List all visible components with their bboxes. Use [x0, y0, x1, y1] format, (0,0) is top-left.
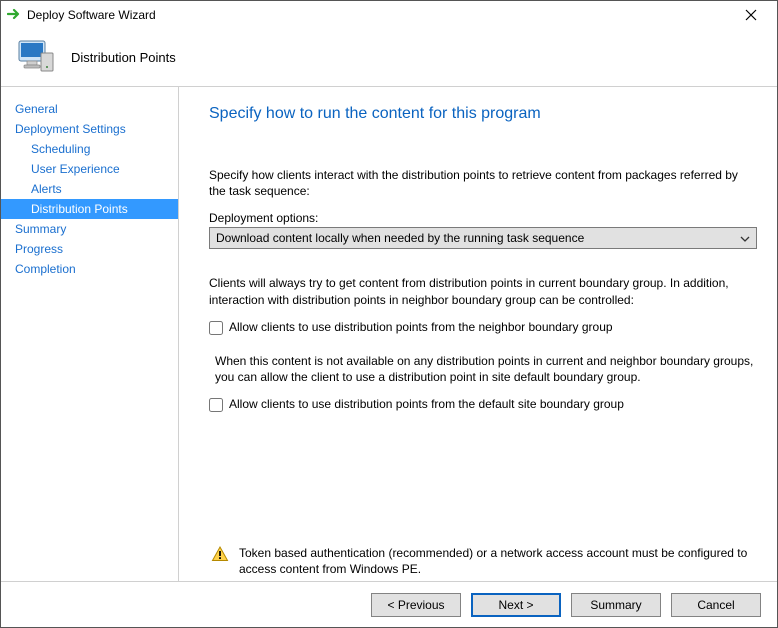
content-spacer [209, 430, 757, 545]
neighbor-boundary-checkbox-row[interactable]: Allow clients to use distribution points… [209, 320, 757, 335]
nav-item-scheduling[interactable]: Scheduling [1, 139, 178, 159]
deployment-options-label: Deployment options: [209, 211, 757, 225]
nav-item-user-experience[interactable]: User Experience [1, 159, 178, 179]
nav-item-distribution-points[interactable]: Distribution Points [1, 199, 178, 219]
nav-item-general[interactable]: General [1, 99, 178, 119]
wizard-body: General Deployment Settings Scheduling U… [1, 87, 777, 581]
boundary-group-text: Clients will always try to get content f… [209, 275, 757, 307]
wizard-header: Distribution Points [1, 29, 777, 87]
nav-item-summary[interactable]: Summary [1, 219, 178, 239]
titlebar: Deploy Software Wizard [1, 1, 777, 29]
computer-monitor-icon [15, 35, 57, 80]
window-title: Deploy Software Wizard [23, 8, 731, 22]
nav-item-alerts[interactable]: Alerts [1, 179, 178, 199]
chevron-down-icon [740, 231, 750, 245]
wizard-step-title: Distribution Points [71, 50, 176, 65]
neighbor-boundary-checkbox-label: Allow clients to use distribution points… [229, 320, 613, 334]
wizard-window: Deploy Software Wizard Distribution Poin… [0, 0, 778, 628]
app-arrow-icon [7, 6, 23, 25]
previous-button[interactable]: < Previous [371, 593, 461, 617]
default-site-boundary-checkbox-label: Allow clients to use distribution points… [229, 397, 624, 411]
neighbor-boundary-checkbox[interactable] [209, 321, 223, 335]
default-site-boundary-checkbox-row[interactable]: Allow clients to use distribution points… [209, 397, 757, 412]
default-site-boundary-checkbox[interactable] [209, 398, 223, 412]
wizard-content: Specify how to run the content for this … [179, 87, 777, 581]
deployment-options-value: Download content locally when needed by … [216, 231, 584, 245]
wizard-footer: < Previous Next > Summary Cancel [1, 581, 777, 627]
warning-icon [211, 545, 229, 566]
next-button[interactable]: Next > [471, 593, 561, 617]
wizard-nav: General Deployment Settings Scheduling U… [1, 87, 179, 581]
default-boundary-text: When this content is not available on an… [209, 353, 757, 385]
cancel-button[interactable]: Cancel [671, 593, 761, 617]
close-button[interactable] [731, 1, 771, 29]
nav-item-completion[interactable]: Completion [1, 259, 178, 279]
deployment-options-dropdown[interactable]: Download content locally when needed by … [209, 227, 757, 249]
nav-item-progress[interactable]: Progress [1, 239, 178, 259]
warning-text: Token based authentication (recommended)… [239, 545, 755, 577]
page-heading: Specify how to run the content for this … [209, 105, 757, 123]
summary-button[interactable]: Summary [571, 593, 661, 617]
warning-row: Token based authentication (recommended)… [209, 545, 757, 581]
intro-text: Specify how clients interact with the di… [209, 167, 757, 199]
nav-item-deployment-settings[interactable]: Deployment Settings [1, 119, 178, 139]
